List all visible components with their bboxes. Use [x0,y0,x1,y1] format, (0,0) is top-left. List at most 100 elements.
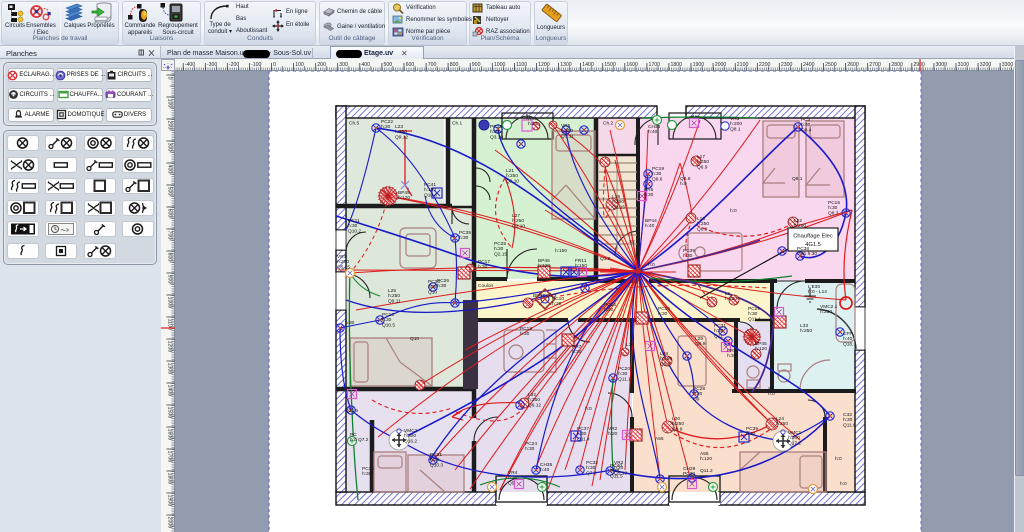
svg-text:L23: L23 [395,124,403,130]
svg-text:Q6.9: Q6.9 [697,226,708,232]
svg-text:CH39: CH39 [683,466,696,472]
svg-text:PC32: PC32 [586,460,598,466]
svg-text:0: 0 [273,62,276,68]
svg-text:h:30: h:30 [490,129,500,135]
svg-text:VR2: VR2 [608,426,618,432]
svg-text:PC38: PC38 [797,246,809,252]
svg-text:VR1: VR1 [337,254,347,260]
svg-text:h:30: h:30 [748,311,758,317]
svg-text:Q11: Q11 [714,333,723,339]
svg-text:Q11.2: Q11.2 [700,468,713,474]
svg-text:h:30: h:30 [362,471,372,477]
svg-text:h:250: h:250 [697,159,709,165]
svg-text:Q7.3: Q7.3 [586,470,597,476]
svg-text:400: 400 [361,62,370,68]
svg-text:Q9.9: Q9.9 [660,361,671,367]
svg-text:h:30: h:30 [525,446,535,452]
svg-text:h:30: h:30 [652,171,662,177]
svg-text:2500: 2500 [825,62,837,68]
svg-text:h:120: h:120 [755,346,767,352]
svg-text:PC17: PC17 [478,259,490,265]
svg-text:800: 800 [167,253,173,262]
svg-text:CH35: CH35 [540,462,553,468]
svg-text:900: 900 [167,275,173,284]
svg-text:Q2.10: Q2.10 [512,223,525,229]
svg-text:Q9.11: Q9.11 [388,298,401,304]
svg-text:h:30: h:30 [381,124,391,130]
svg-text:Q8.1: Q8.1 [730,126,741,132]
svg-text:h:250: h:250 [697,221,709,227]
svg-text:Q16.2: Q16.2 [404,438,417,444]
svg-text:BP49: BP49 [398,190,410,196]
svg-text:PC24: PC24 [525,441,537,447]
svg-text:Q6.9: Q6.9 [697,164,708,170]
svg-text:h:30: h:30 [727,353,737,359]
svg-text:L18: L18 [697,216,705,222]
svg-text:PR5: PR5 [644,187,654,193]
svg-text:PC40: PC40 [610,463,622,469]
svg-text:1500: 1500 [604,62,616,68]
svg-text:Q11.6: Q11.6 [843,422,856,428]
svg-text:Q2.15: Q2.15 [494,251,507,257]
svg-text:h:20: h:20 [508,475,518,481]
svg-text:L31: L31 [626,342,634,348]
svg-text:h:30: h:30 [577,431,587,437]
svg-text:1300: 1300 [167,363,173,375]
svg-text:h:250: h:250 [388,293,400,299]
svg-text:1400: 1400 [582,62,594,68]
svg-text:h:20: h:20 [528,121,538,127]
svg-text:PC35: PC35 [459,230,471,236]
svg-text:3100: 3100 [958,62,970,68]
svg-text:PC25: PC25 [494,241,506,247]
svg-text:Q10.5: Q10.5 [345,408,358,414]
svg-text:h:40: h:40 [540,467,550,473]
svg-text:A55: A55 [655,436,664,442]
svg-text:Ch.5: Ch.5 [349,121,359,127]
svg-text:h:120: h:120 [725,296,737,302]
svg-text:FR11: FR11 [575,258,587,264]
svg-text:1000: 1000 [167,297,173,309]
svg-text:CFP: CFP [843,331,853,337]
svg-text:Ch.2: Ch.2 [603,121,613,127]
svg-text:2200: 2200 [759,62,771,68]
svg-text:h:30: h:30 [478,264,488,270]
svg-text:h:250: h:250 [776,421,788,427]
svg-text:Q10.2: Q10.2 [348,228,361,234]
svg-text:Q11.1: Q11.1 [618,376,631,382]
svg-text:Couloir: Couloir [478,283,494,289]
svg-text:h:30: h:30 [604,307,614,313]
svg-text:3300: 3300 [1002,62,1014,68]
svg-text:PC: PC [350,432,357,438]
svg-text:1700: 1700 [167,451,173,463]
svg-text:Q9.9: Q9.9 [695,341,706,347]
svg-text:Q18.1: Q18.1 [843,341,856,347]
svg-text:h:30: h:30 [714,328,724,334]
svg-text:Q2.15: Q2.15 [612,204,625,210]
svg-text:h:30: h:30 [644,192,654,198]
svg-text:h:0: h:0 [835,456,842,462]
svg-text:h:200: h:200 [561,128,573,134]
svg-text:Q11.1: Q11.1 [748,316,761,322]
svg-text:h:0 - L14: h:0 - L14 [808,289,827,295]
svg-text:h:250: h:250 [672,421,684,427]
svg-text:2100: 2100 [737,62,749,68]
svg-text:h:40: h:40 [648,129,658,135]
svg-text:Q8.6: Q8.6 [652,176,663,182]
svg-text:PC15: PC15 [828,200,840,206]
svg-text:PC30: PC30 [683,471,695,477]
svg-text:h:250: h:250 [612,199,624,205]
svg-text:h:30: h:30 [459,235,469,241]
svg-text:h:0: h:0 [585,406,592,412]
svg-text:L17: L17 [697,154,705,160]
svg-text:700: 700 [167,231,173,240]
svg-text:Q9.12: Q9.12 [395,134,408,140]
svg-text:800: 800 [450,62,459,68]
svg-text:2000: 2000 [167,517,173,529]
svg-text:h:0: h:0 [648,262,655,268]
svg-text:300: 300 [339,62,348,68]
svg-text:600: 600 [406,62,415,68]
svg-text:Q2.10: Q2.10 [506,178,519,184]
svg-text:h:40: h:40 [843,336,853,342]
svg-text:1200: 1200 [538,62,550,68]
svg-text:2300: 2300 [781,62,793,68]
